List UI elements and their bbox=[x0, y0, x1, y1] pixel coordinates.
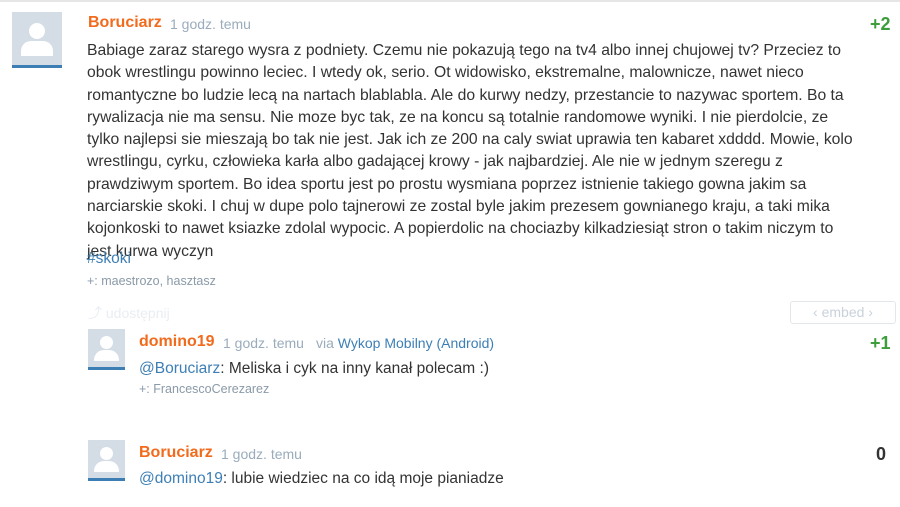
post-score: +2 bbox=[870, 14, 891, 34]
avatar-body bbox=[94, 350, 119, 361]
avatar-body bbox=[94, 461, 119, 472]
embed-button[interactable]: ‹ embed › bbox=[790, 301, 896, 324]
avatar-head bbox=[100, 447, 113, 460]
reply-voters[interactable]: +: FrancescoCerezarez bbox=[139, 382, 269, 396]
post-line: narciarskie skoki. I chuj w dupe polo ta… bbox=[87, 198, 830, 216]
top-divider bbox=[0, 0, 900, 2]
avatar-bar bbox=[12, 65, 62, 68]
mention-link[interactable]: @domino19 bbox=[139, 470, 223, 487]
avatar-bar bbox=[88, 367, 125, 370]
reply-score: 0 bbox=[876, 444, 887, 464]
avatar[interactable] bbox=[88, 329, 125, 370]
share-label: udostępnij bbox=[105, 305, 170, 321]
avatar-head bbox=[29, 23, 45, 39]
tag-link[interactable]: #skoki bbox=[87, 250, 131, 268]
share-button[interactable]: ⤴ udostępnij bbox=[88, 303, 170, 323]
post-line: wrestlingu, cyrku, człowieka karła albo … bbox=[87, 153, 783, 171]
reply-body: @domino19: lubie wiedziec na co idą moje… bbox=[139, 470, 504, 488]
post-author[interactable]: Boruciarz bbox=[88, 14, 162, 32]
reply-body: @Boruciarz: Meliska i cyk na inny kanał … bbox=[139, 360, 489, 378]
post-line: Babiage zaraz starego wysra z podniety. … bbox=[87, 42, 842, 59]
reply-score: +1 bbox=[870, 333, 891, 353]
reply-via: via Wykop Mobilny (Android) bbox=[316, 335, 494, 351]
avatar[interactable] bbox=[88, 440, 125, 481]
mention-link[interactable]: @Boruciarz bbox=[139, 360, 220, 377]
post-line: rywalizacja nie ma sensu. Nie moze byc t… bbox=[87, 108, 829, 126]
post-line: romantyczne bo ludzie lecą na nartach bl… bbox=[87, 86, 844, 104]
post-time[interactable]: 1 godz. temu bbox=[170, 16, 251, 32]
post-line: prawdziwym sportem. Bo idea sportu jest … bbox=[87, 175, 807, 193]
post-line: kojonkoski to nawet ksiazke zdolal wypoc… bbox=[87, 220, 834, 238]
via-app-link[interactable]: Wykop Mobilny (Android) bbox=[338, 335, 494, 351]
post-body: Babiage zaraz starego wysra z podniety. … bbox=[87, 40, 887, 263]
reply-text: : Meliska i cyk na inny kanał polecam :) bbox=[220, 360, 489, 377]
via-prefix: via bbox=[316, 335, 334, 351]
avatar-bar bbox=[88, 478, 125, 481]
reply-author[interactable]: Boruciarz bbox=[139, 444, 213, 462]
share-icon: ⤴ bbox=[88, 305, 102, 321]
reply-time[interactable]: 1 godz. temu bbox=[223, 335, 304, 351]
post-voters[interactable]: +: maestrozo, hasztasz bbox=[87, 274, 216, 288]
reply-time[interactable]: 1 godz. temu bbox=[221, 446, 302, 462]
reply-text: : lubie wiedziec na co idą moje pianiadz… bbox=[222, 470, 504, 487]
post-line: tylko najlepsi sie mieszają bo tak nie j… bbox=[87, 131, 853, 149]
post-line: obok wrestlingu powinno leciec. I wtedy … bbox=[87, 64, 804, 82]
avatar-body bbox=[21, 41, 53, 56]
reply-author[interactable]: domino19 bbox=[139, 333, 215, 351]
avatar[interactable] bbox=[12, 12, 62, 68]
avatar-head bbox=[100, 336, 113, 349]
